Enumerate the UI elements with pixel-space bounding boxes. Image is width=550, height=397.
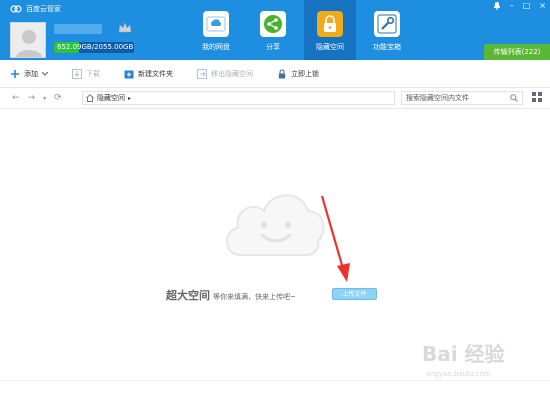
baidu-cloud-logo-icon [10,5,22,13]
move-out-label: 移出隐藏空间 [211,69,253,78]
avatar-placeholder-icon [11,23,45,57]
quota-bar: 652.09GB/2055.00GB [54,42,134,53]
grid-view-icon[interactable] [532,92,542,102]
new-folder-icon [124,70,134,78]
empty-cloud-icon [226,194,325,256]
search-placeholder: 搜索隐藏空间内文件 [406,94,469,102]
bell-icon[interactable] [493,1,501,12]
chevron-down-icon [42,71,48,76]
padlock-icon [278,68,286,78]
new-folder-button[interactable]: 新建文件夹 [124,69,173,79]
download-icon [72,68,82,79]
nav-my-drive[interactable]: 我的网盘 [190,0,242,60]
upload-file-label: 上传文件 [342,291,367,298]
lock-now-button[interactable]: 立即上锁 [277,68,319,79]
history-buttons: ← → ▾ ⟳ [12,88,62,108]
search-icon[interactable] [510,94,518,102]
toolbar: 添加 下载 新建文件夹 移出隐藏空间 立即上锁 [0,60,550,88]
baidu-jingyan-watermark: Bai 经验 jingyan.baidu.com [422,338,505,378]
nav-toolbox[interactable]: 功能宝箱 [361,0,413,60]
transfer-list-label: 传输列表(222) [493,48,541,56]
username-blurred [54,24,102,34]
empty-state-title: 超大空间 [166,289,210,302]
lock-icon [317,11,343,37]
refresh-icon[interactable]: ⟳ [54,93,62,103]
window-controls: – □ × [493,1,546,12]
empty-state-message: 超大空间 等你来填满，快来上传吧~ [166,287,296,303]
history-dropdown-icon[interactable]: ▾ [43,95,46,102]
close-button[interactable]: × [539,1,546,12]
download-button[interactable]: 下载 [72,68,100,79]
status-divider [0,380,550,381]
cloud-drive-icon [203,11,229,37]
home-icon [86,94,94,102]
quota-text: 652.09GB/2055.00GB [57,43,134,51]
app-title: 百度云管家 [10,2,61,16]
app-title-text: 百度云管家 [26,5,61,13]
breadcrumb[interactable]: 隐藏空间 ▸ [82,91,395,105]
search-input[interactable]: 搜索隐藏空间内文件 [401,91,523,105]
nav-label: 功能宝箱 [373,43,401,51]
transfer-list-button[interactable]: 传输列表(222) [484,44,550,60]
watermark-main-text: Bai 经验 [422,342,505,366]
toolbox-icon [374,11,400,37]
main-nav: 我的网盘 分享 隐藏空间 功能宝箱 [190,0,418,60]
nav-hidden-space[interactable]: 隐藏空间 [304,0,356,60]
lock-now-label: 立即上锁 [291,69,319,78]
vip-crown-icon[interactable] [118,22,132,34]
new-folder-label: 新建文件夹 [138,69,173,78]
forward-arrow-icon[interactable]: → [28,93,36,103]
plus-icon [11,69,19,78]
nav-label: 分享 [266,43,280,51]
breadcrumb-item[interactable]: 隐藏空间 [97,93,125,103]
move-out-icon [197,68,207,79]
watermark-sub-text: jingyan.baidu.com [426,370,491,378]
nav-label: 我的网盘 [202,43,230,51]
avatar[interactable] [10,22,46,58]
empty-state-subtitle: 等你来填满，快来上传吧~ [213,293,296,301]
nav-share[interactable]: 分享 [247,0,299,60]
upload-file-button[interactable]: 上传文件 [332,288,377,300]
add-button[interactable]: 添加 [10,69,48,79]
download-label: 下载 [86,69,100,78]
minimize-button[interactable]: – [510,1,514,12]
maximize-button[interactable]: □ [523,1,531,12]
move-out-button[interactable]: 移出隐藏空间 [197,68,253,79]
add-label: 添加 [24,69,38,78]
back-arrow-icon[interactable]: ← [12,93,20,103]
nav-label: 隐藏空间 [316,43,344,51]
share-icon [260,11,286,37]
header-bar: 百度云管家 652.09GB/2055.00GB 我的网盘 分享 隐藏空间 功能… [0,0,550,60]
breadcrumb-chevron-icon[interactable]: ▸ [128,95,131,102]
address-bar: ← → ▾ ⟳ 隐藏空间 ▸ 搜索隐藏空间内文件 [0,88,550,109]
